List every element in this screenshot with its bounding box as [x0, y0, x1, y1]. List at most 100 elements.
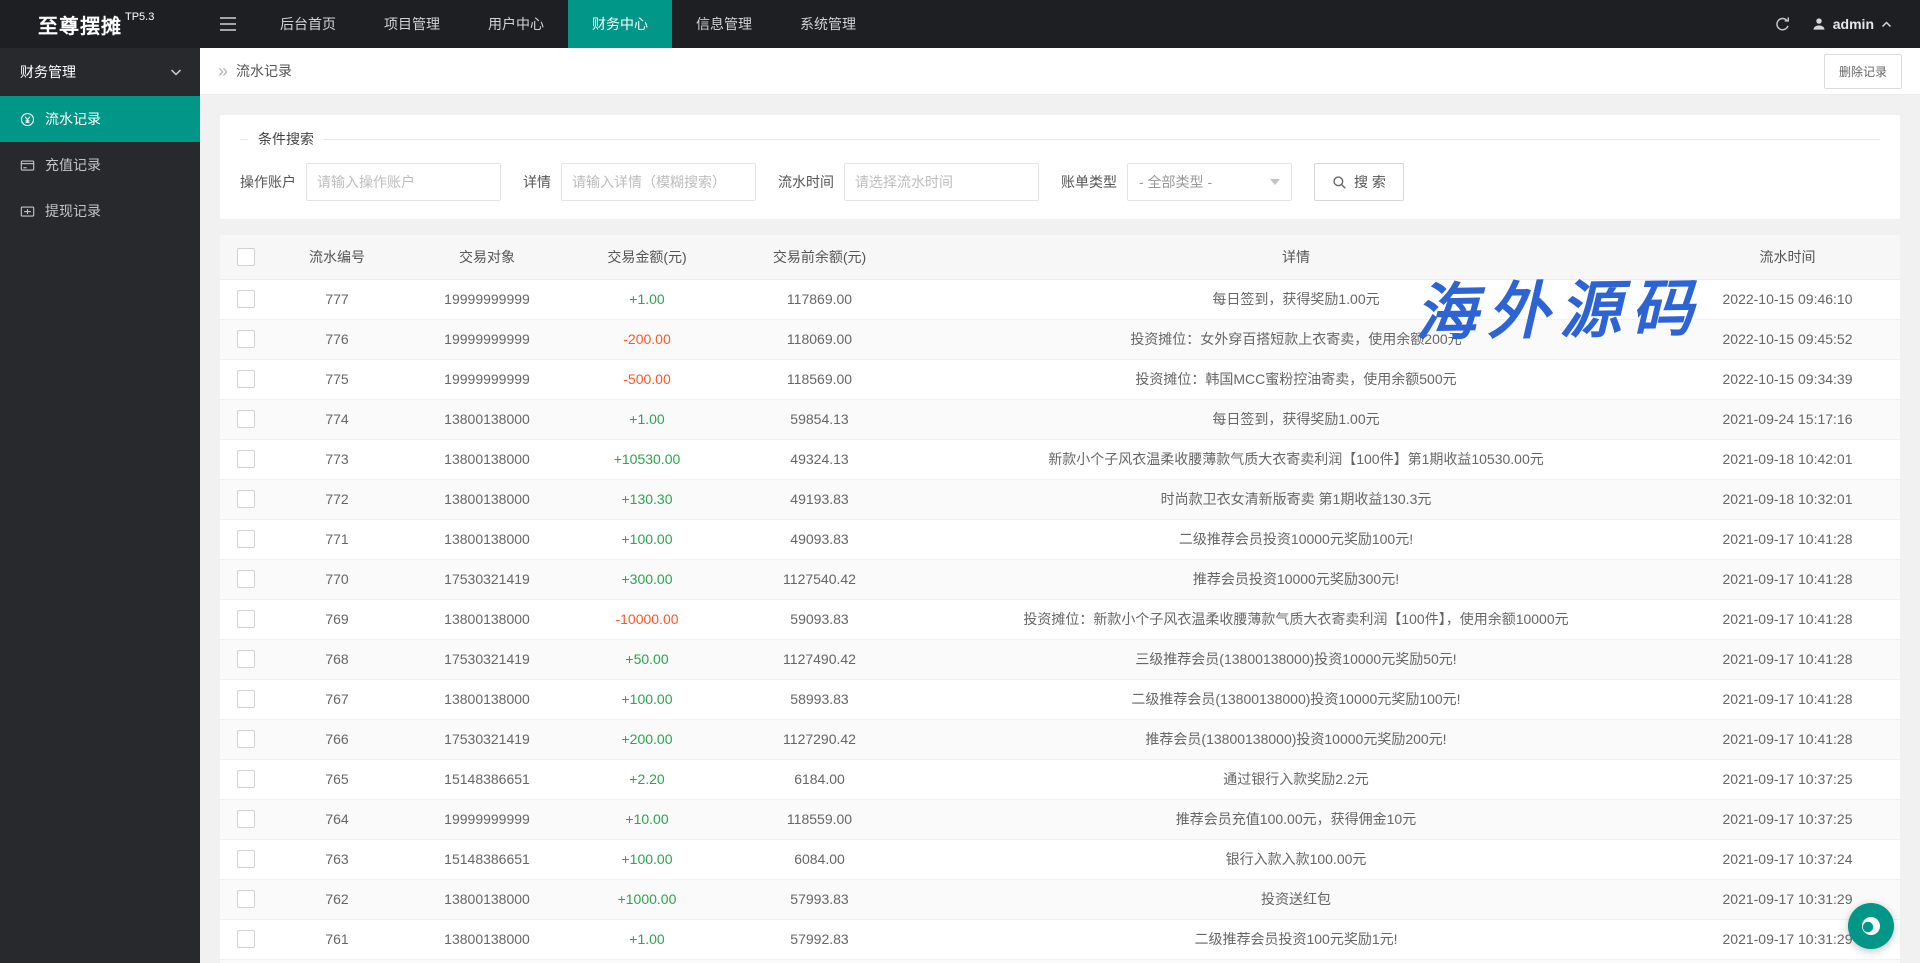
- cell-balance: 118569.00: [722, 359, 917, 399]
- table-row: 77113800138000+100.0049093.83二级推荐会员投资100…: [220, 519, 1900, 559]
- row-checkbox[interactable]: [237, 770, 255, 788]
- cell-balance: 49093.83: [722, 519, 917, 559]
- records-table: 流水编号 交易对象 交易金额(元) 交易前余额(元) 详情 流水时间 77719…: [220, 235, 1900, 963]
- recharge-card-icon: [20, 158, 35, 173]
- row-checkbox-cell: [220, 679, 272, 719]
- select-all-checkbox[interactable]: [237, 248, 255, 266]
- records-table-card: 流水编号 交易对象 交易金额(元) 交易前余额(元) 详情 流水时间 77719…: [220, 235, 1900, 963]
- cell-detail: 每日签到，获得奖励1.00元: [917, 279, 1675, 319]
- cell-balance: 1127540.42: [722, 559, 917, 599]
- sidebar-toggle-icon[interactable]: [200, 0, 256, 48]
- sidebar-item-flow-records[interactable]: 流水记录: [0, 96, 200, 142]
- cell-detail: 新款小个子风衣温柔收腰薄款气质大衣寄卖利润【100件】第1期收益10530.00…: [917, 439, 1675, 479]
- topbar: 至尊摆摊 TP5.3 后台首页 项目管理 用户中心 财务中心 信息管理 系统管理…: [0, 0, 1920, 48]
- search-time-input[interactable]: [844, 163, 1039, 201]
- cell-flow-id: 760: [272, 959, 402, 963]
- top-nav: 后台首页 项目管理 用户中心 财务中心 信息管理 系统管理: [256, 0, 880, 48]
- sidebar-item-label: 提现记录: [45, 201, 101, 221]
- search-account-input[interactable]: [306, 163, 501, 201]
- topnav-item-projects[interactable]: 项目管理: [360, 0, 464, 48]
- table-row: 76213800138000+1000.0057993.83投资送红包2021-…: [220, 879, 1900, 919]
- cell-detail: 二级推荐会员(13800138000)投资10000元奖励100元!: [917, 679, 1675, 719]
- header-detail: 详情: [917, 235, 1675, 279]
- row-checkbox-cell: [220, 639, 272, 679]
- cell-balance: 59854.13: [722, 399, 917, 439]
- search-button[interactable]: 搜 索: [1314, 163, 1404, 201]
- row-checkbox[interactable]: [237, 610, 255, 628]
- sidebar-group-label: 财务管理: [20, 62, 76, 82]
- search-detail-group: 详情: [523, 163, 756, 201]
- cell-amount: +3.00: [572, 959, 722, 963]
- row-checkbox[interactable]: [237, 330, 255, 348]
- cell-detail: 时尚款卫衣女清新版寄卖 第1期收益130.3元: [917, 479, 1675, 519]
- row-checkbox-cell: [220, 319, 272, 359]
- person-icon: [1812, 17, 1826, 31]
- search-detail-input[interactable]: [561, 163, 756, 201]
- cell-flow-id: 771: [272, 519, 402, 559]
- row-checkbox[interactable]: [237, 570, 255, 588]
- row-checkbox-cell: [220, 439, 272, 479]
- cell-detail: 二级推荐会员投资10000元奖励100元!: [917, 519, 1675, 559]
- row-checkbox[interactable]: [237, 450, 255, 468]
- user-menu[interactable]: admin: [1806, 16, 1898, 32]
- topnav-item-users[interactable]: 用户中心: [464, 0, 568, 48]
- row-checkbox[interactable]: [237, 930, 255, 948]
- cell-flow-id: 764: [272, 799, 402, 839]
- cell-time: 2021-09-18 10:42:01: [1675, 439, 1900, 479]
- cell-trade-target: 19999999999: [402, 319, 572, 359]
- table-row: 76017530321419+3.001127293.42推荐会员投资100元奖…: [220, 959, 1900, 963]
- bill-type-select[interactable]: - 全部类型 -: [1127, 163, 1292, 201]
- cell-amount: +200.00: [572, 719, 722, 759]
- cell-time: 2021-09-18 10:32:01: [1675, 479, 1900, 519]
- topnav-item-system[interactable]: 系统管理: [776, 0, 880, 48]
- cell-balance: 1127293.42: [722, 959, 917, 963]
- table-row: 77519999999999-500.00118569.00投资摊位：韩国MCC…: [220, 359, 1900, 399]
- cell-flow-id: 772: [272, 479, 402, 519]
- row-checkbox[interactable]: [237, 490, 255, 508]
- cell-balance: 1127490.42: [722, 639, 917, 679]
- row-checkbox[interactable]: [237, 370, 255, 388]
- sidebar-item-recharge-records[interactable]: 充值记录: [0, 142, 200, 188]
- row-checkbox[interactable]: [237, 850, 255, 868]
- cell-time: 2021-09-17 10:41:28: [1675, 719, 1900, 759]
- row-checkbox[interactable]: [237, 530, 255, 548]
- sidebar-item-label: 充值记录: [45, 155, 101, 175]
- sidebar-item-withdraw-records[interactable]: 提现记录: [0, 188, 200, 234]
- row-checkbox[interactable]: [237, 650, 255, 668]
- bill-type-value: - 全部类型 -: [1139, 172, 1212, 192]
- cell-amount: +10530.00: [572, 439, 722, 479]
- row-checkbox[interactable]: [237, 810, 255, 828]
- cell-amount: +100.00: [572, 519, 722, 559]
- breadcrumb: » 流水记录 删除记录: [200, 48, 1920, 95]
- row-checkbox[interactable]: [237, 690, 255, 708]
- topnav-item-dashboard[interactable]: 后台首页: [256, 0, 360, 48]
- row-checkbox[interactable]: [237, 890, 255, 908]
- row-checkbox-cell: [220, 279, 272, 319]
- row-checkbox[interactable]: [237, 290, 255, 308]
- cell-balance: 49193.83: [722, 479, 917, 519]
- theme-fab-button[interactable]: [1848, 903, 1894, 949]
- row-checkbox-cell: [220, 799, 272, 839]
- row-checkbox[interactable]: [237, 410, 255, 428]
- row-checkbox[interactable]: [237, 730, 255, 748]
- app-title: 至尊摆摊: [38, 10, 122, 39]
- cell-amount: +1.00: [572, 919, 722, 959]
- cell-detail: 投资摊位：韩国MCC蜜粉控油寄卖，使用余额500元: [917, 359, 1675, 399]
- search-legend: 条件搜索: [248, 129, 324, 149]
- cell-flow-id: 766: [272, 719, 402, 759]
- table-row: 76617530321419+200.001127290.42推荐会员(1380…: [220, 719, 1900, 759]
- cell-trade-target: 19999999999: [402, 279, 572, 319]
- topnav-item-finance[interactable]: 财务中心: [568, 0, 672, 48]
- table-row: 76817530321419+50.001127490.42三级推荐会员(138…: [220, 639, 1900, 679]
- cell-flow-id: 762: [272, 879, 402, 919]
- refresh-icon[interactable]: [1760, 0, 1806, 48]
- delete-records-button[interactable]: 删除记录: [1824, 54, 1902, 89]
- topnav-item-info[interactable]: 信息管理: [672, 0, 776, 48]
- sidebar-group-finance[interactable]: 财务管理: [0, 48, 200, 96]
- layout: 财务管理 流水记录 充值记录 提现记录 » 流水记录 删除记录 条件搜索: [0, 48, 1920, 963]
- search-icon: [1332, 175, 1347, 190]
- cell-time: 2022-10-15 09:45:52: [1675, 319, 1900, 359]
- cell-detail: 推荐会员充值100.00元，获得佣金10元: [917, 799, 1675, 839]
- cell-trade-target: 15148386651: [402, 839, 572, 879]
- cell-flow-id: 774: [272, 399, 402, 439]
